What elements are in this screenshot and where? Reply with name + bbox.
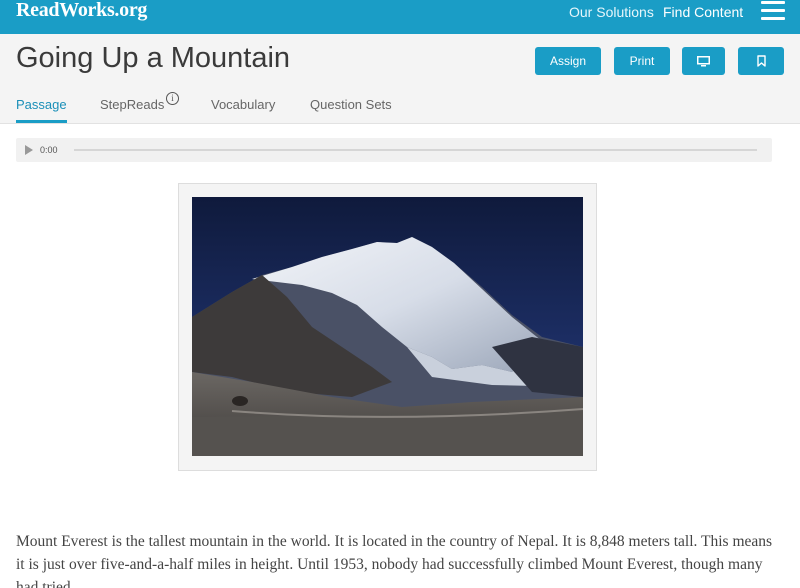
tab-passage[interactable]: Passage <box>16 97 67 112</box>
bookmark-button[interactable] <box>738 47 784 75</box>
audio-progress-track[interactable] <box>74 149 757 151</box>
bookmark-icon <box>756 55 766 67</box>
passage-text: Mount Everest is the tallest mountain in… <box>16 533 773 588</box>
audio-player: 0:00 <box>16 138 772 162</box>
play-icon[interactable] <box>25 145 33 155</box>
tab-stepreads[interactable]: StepReads <box>100 97 164 112</box>
present-button[interactable] <box>682 47 725 75</box>
readworks-logo[interactable]: ReadWorks.org <box>16 0 147 22</box>
menu-icon[interactable] <box>761 0 785 20</box>
info-icon[interactable]: i <box>166 92 179 105</box>
tab-question-sets[interactable]: Question Sets <box>310 97 392 112</box>
page-header: Going Up a Mountain Assign Print Passage… <box>0 34 800 124</box>
passage-image-frame <box>178 183 597 471</box>
mount-everest-photo <box>192 197 583 456</box>
tab-vocabulary[interactable]: Vocabulary <box>211 97 275 112</box>
active-tab-indicator <box>16 120 67 123</box>
nav-find-content[interactable]: Find Content <box>663 4 743 20</box>
monitor-icon <box>697 55 710 66</box>
audio-time: 0:00 <box>40 145 58 155</box>
print-button[interactable]: Print <box>614 47 670 75</box>
assign-button[interactable]: Assign <box>535 47 601 75</box>
page-title: Going Up a Mountain <box>16 42 291 74</box>
passage-tabs: Passage StepReads i Vocabulary Question … <box>0 92 800 124</box>
top-bar: ReadWorks.org Our Solutions Find Content <box>0 0 800 34</box>
nav-our-solutions[interactable]: Our Solutions <box>569 4 654 20</box>
